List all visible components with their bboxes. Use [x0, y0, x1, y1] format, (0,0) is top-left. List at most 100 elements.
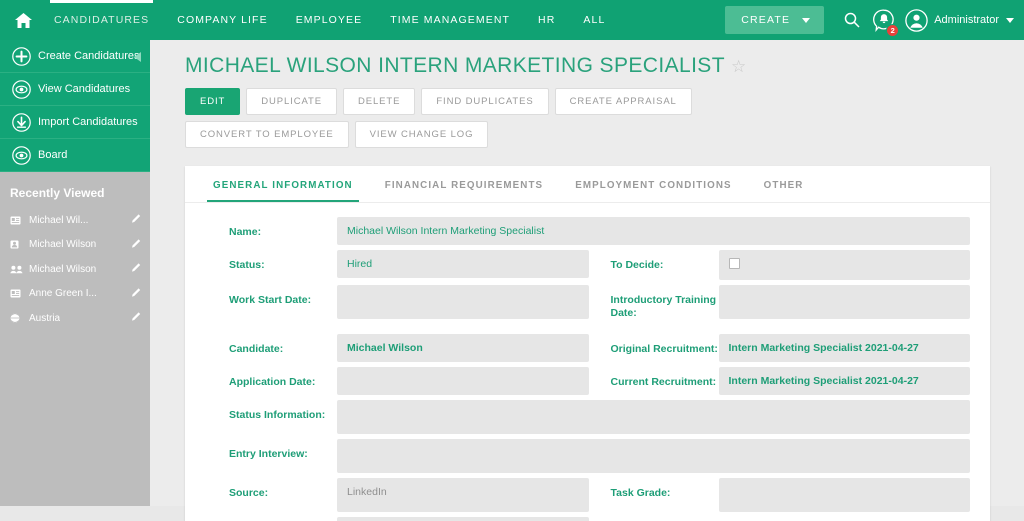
- nav-item-employee[interactable]: EMPLOYEE: [282, 0, 377, 40]
- list-item[interactable]: Anne Green I...: [0, 282, 150, 307]
- original-recruitment-value[interactable]: Intern Marketing Specialist 2021-04-27: [718, 334, 970, 363]
- field-current-recruitment: Current Recruitment: Intern Marketing Sp…: [589, 367, 970, 396]
- tab-general-information[interactable]: GENERAL INFORMATION: [197, 166, 369, 202]
- avatar[interactable]: [900, 0, 932, 40]
- eye-circle-icon: [8, 79, 34, 99]
- status-value[interactable]: Hired: [337, 250, 589, 278]
- task-grade-value[interactable]: [718, 478, 970, 513]
- action-toolbar: EDIT DUPLICATE DELETE FIND DUPLICATES CR…: [150, 78, 850, 148]
- field-source: Source: LinkedIn: [207, 478, 589, 513]
- field-label: Scoring:: [207, 517, 337, 521]
- introductory-training-date-value[interactable]: [718, 285, 970, 319]
- main-content: MICHAEL WILSON INTERN MARKETING SPECIALI…: [150, 40, 1024, 521]
- field-status-information: Status Information:: [207, 400, 970, 435]
- form-row-status-information: Status Information:: [207, 400, 970, 435]
- list-item-label: Anne Green I...: [29, 288, 97, 300]
- id-card-icon: [10, 216, 26, 225]
- edit-pencil-icon[interactable]: [131, 262, 142, 276]
- field-label: Work Start Date:: [229, 294, 312, 306]
- tab-other[interactable]: OTHER: [748, 166, 820, 202]
- form-row-status: Status: Hired To Decide:: [207, 250, 970, 280]
- candidate-value[interactable]: Michael Wilson: [337, 334, 589, 363]
- entry-interview-value[interactable]: [337, 439, 970, 474]
- chevron-down-icon: [802, 17, 811, 23]
- convert-to-employee-button[interactable]: CONVERT TO EMPLOYEE: [185, 121, 349, 148]
- work-start-date-value[interactable]: [337, 285, 589, 319]
- recently-viewed-title: Recently Viewed: [10, 186, 105, 200]
- application-date-value[interactable]: [337, 367, 589, 396]
- sidebar-item-import-candidatures[interactable]: Import Candidatures: [0, 106, 150, 139]
- find-duplicates-button[interactable]: FIND DUPLICATES: [421, 88, 549, 115]
- field-label: Source:: [229, 487, 269, 500]
- field-scoring: Scoring:: [207, 517, 589, 521]
- field-label: Application Date:: [229, 376, 316, 389]
- sidebar-item-label: Import Candidatures: [38, 116, 138, 128]
- to-decide-value[interactable]: [718, 250, 970, 280]
- nav-item-company-life[interactable]: COMPANY LIFE: [163, 0, 281, 40]
- top-navigation-bar: CANDIDATURES COMPANY LIFE EMPLOYEE TIME …: [0, 0, 1024, 40]
- list-item-label: Michael Wil...: [29, 214, 89, 226]
- user-name-label[interactable]: Administrator: [934, 14, 999, 26]
- star-outline-icon[interactable]: ☆: [731, 58, 747, 75]
- sidebar-item-create-candidatures[interactable]: Create Candidatures: [0, 40, 150, 73]
- current-recruitment-value[interactable]: Intern Marketing Specialist 2021-04-27: [718, 367, 970, 396]
- nav-item-hr[interactable]: HR: [524, 0, 569, 40]
- sidebar-item-label: Board: [38, 149, 68, 161]
- detail-card: GENERAL INFORMATION FINANCIAL REQUIREMEN…: [185, 166, 990, 521]
- field-label: Current Recruitment:: [610, 376, 717, 389]
- field-label: Status:: [229, 259, 265, 271]
- field-status: Status: Hired: [207, 250, 589, 280]
- field-original-recruitment: Original Recruitment: Intern Marketing S…: [589, 334, 970, 363]
- tab-employment-conditions[interactable]: EMPLOYMENT CONDITIONS: [559, 166, 747, 202]
- collapse-sidebar-arrow-icon[interactable]: [134, 52, 141, 62]
- user-menu-chevron-down-icon[interactable]: [1006, 17, 1014, 23]
- field-label: Status Information:: [229, 409, 326, 422]
- to-decide-checkbox[interactable]: [728, 258, 740, 269]
- form-row-work-start: Work Start Date: Introductory Training D…: [207, 285, 970, 320]
- edit-pencil-icon[interactable]: [131, 238, 142, 252]
- form-row-application-date: Application Date: Current Recruitment: I…: [207, 367, 970, 396]
- delete-button[interactable]: DELETE: [342, 88, 416, 115]
- duplicate-button[interactable]: DUPLICATE: [246, 88, 337, 115]
- field-candidate: Candidate: Michael Wilson: [207, 334, 589, 363]
- view-change-log-button[interactable]: VIEW CHANGE LOG: [354, 121, 489, 148]
- field-scoring-spacer: [589, 517, 971, 521]
- list-item-label: Michael Wilson: [29, 263, 97, 275]
- status-information-value[interactable]: [337, 400, 970, 435]
- scoring-value[interactable]: [337, 517, 589, 521]
- download-circle-icon: [8, 112, 34, 132]
- search-icon: [844, 12, 860, 28]
- sidebar-item-label: View Candidatures: [38, 83, 131, 95]
- edit-pencil-icon[interactable]: [131, 287, 142, 301]
- nav-item-all[interactable]: ALL: [569, 0, 619, 40]
- edit-pencil-icon[interactable]: [131, 213, 142, 227]
- sidebar-item-board[interactable]: Board: [0, 139, 150, 172]
- notifications-button[interactable]: 2: [868, 0, 900, 40]
- sidebar-menu: Create Candidatures View Candidatures Im…: [0, 40, 150, 172]
- nav-item-candidatures[interactable]: CANDIDATURES: [40, 0, 163, 40]
- badge-icon: [10, 240, 26, 249]
- list-item[interactable]: Michael Wil...: [0, 208, 150, 233]
- nav-item-time-management[interactable]: TIME MANAGEMENT: [376, 0, 524, 40]
- search-button[interactable]: [836, 0, 868, 40]
- create-button[interactable]: CREATE: [725, 6, 825, 34]
- list-item[interactable]: Michael Wilson: [0, 233, 150, 258]
- field-name: Name: Michael Wilson Intern Marketing Sp…: [207, 217, 970, 245]
- create-button-label: CREATE: [741, 14, 791, 26]
- tab-financial-requirements[interactable]: FINANCIAL REQUIREMENTS: [369, 166, 559, 202]
- list-item[interactable]: Austria: [0, 306, 150, 331]
- list-item-label: Michael Wilson: [29, 239, 97, 251]
- create-appraisal-button[interactable]: CREATE APPRAISAL: [554, 88, 692, 115]
- source-value[interactable]: LinkedIn: [337, 478, 589, 513]
- edit-pencil-icon[interactable]: [131, 311, 142, 325]
- form-row-entry-interview: Entry Interview:: [207, 439, 970, 474]
- sidebar-item-view-candidatures[interactable]: View Candidatures: [0, 73, 150, 106]
- page-title-text: MICHAEL WILSON INTERN MARKETING SPECIALI…: [185, 54, 725, 77]
- list-item[interactable]: Michael Wilson: [0, 257, 150, 282]
- page-title: MICHAEL WILSON INTERN MARKETING SPECIALI…: [150, 40, 1024, 78]
- form-row-scoring: Scoring:: [207, 517, 970, 521]
- edit-button[interactable]: EDIT: [185, 88, 241, 115]
- name-value[interactable]: Michael Wilson Intern Marketing Speciali…: [337, 217, 970, 245]
- form-spacer: [207, 325, 970, 334]
- home-icon[interactable]: [6, 0, 40, 40]
